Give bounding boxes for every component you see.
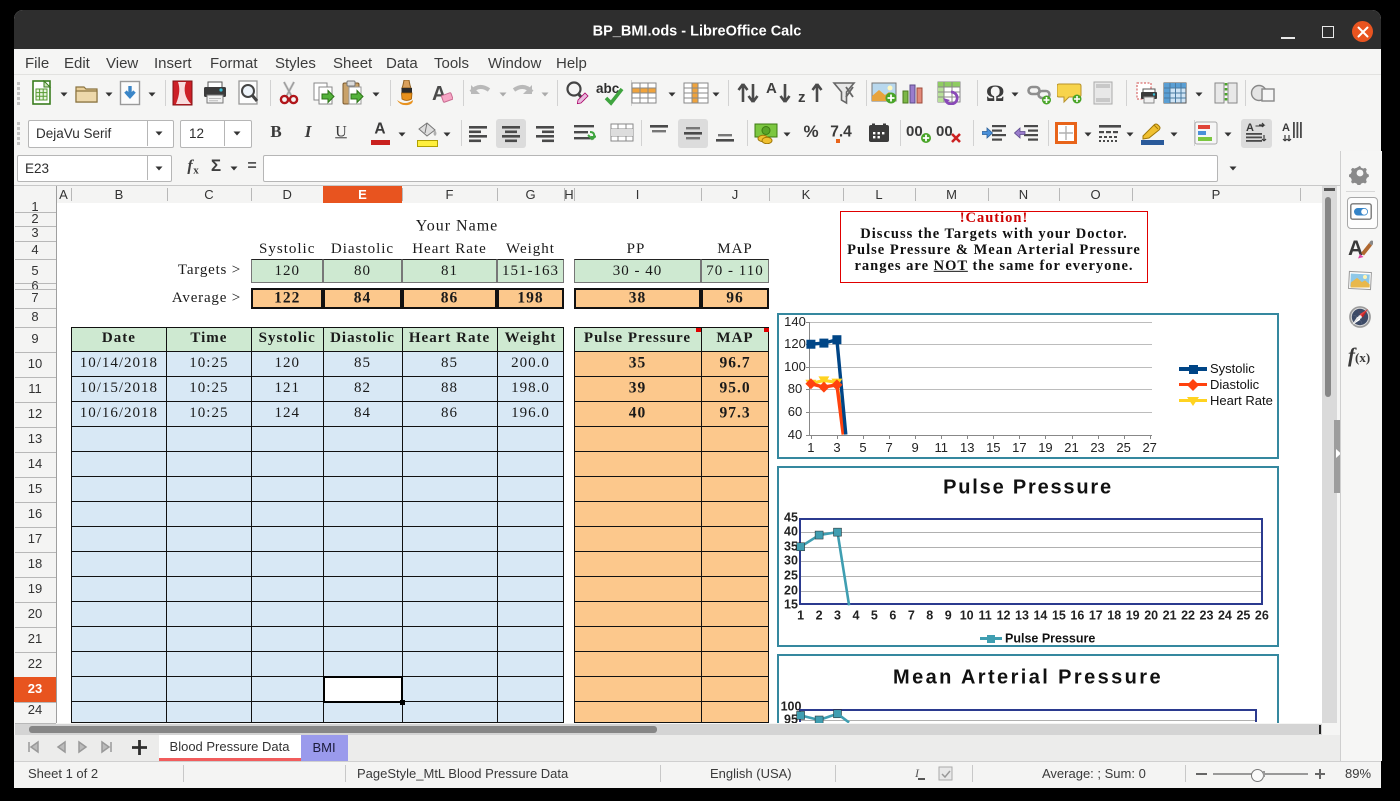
- svg-text:A: A: [1282, 122, 1290, 134]
- svg-text:00: 00: [936, 123, 953, 140]
- svg-text:A: A: [1246, 122, 1254, 134]
- svg-text:Ω: Ω: [986, 81, 1004, 105]
- svg-text:z: z: [798, 89, 806, 106]
- svg-text:A: A: [766, 80, 777, 97]
- svg-text:00: 00: [906, 123, 923, 140]
